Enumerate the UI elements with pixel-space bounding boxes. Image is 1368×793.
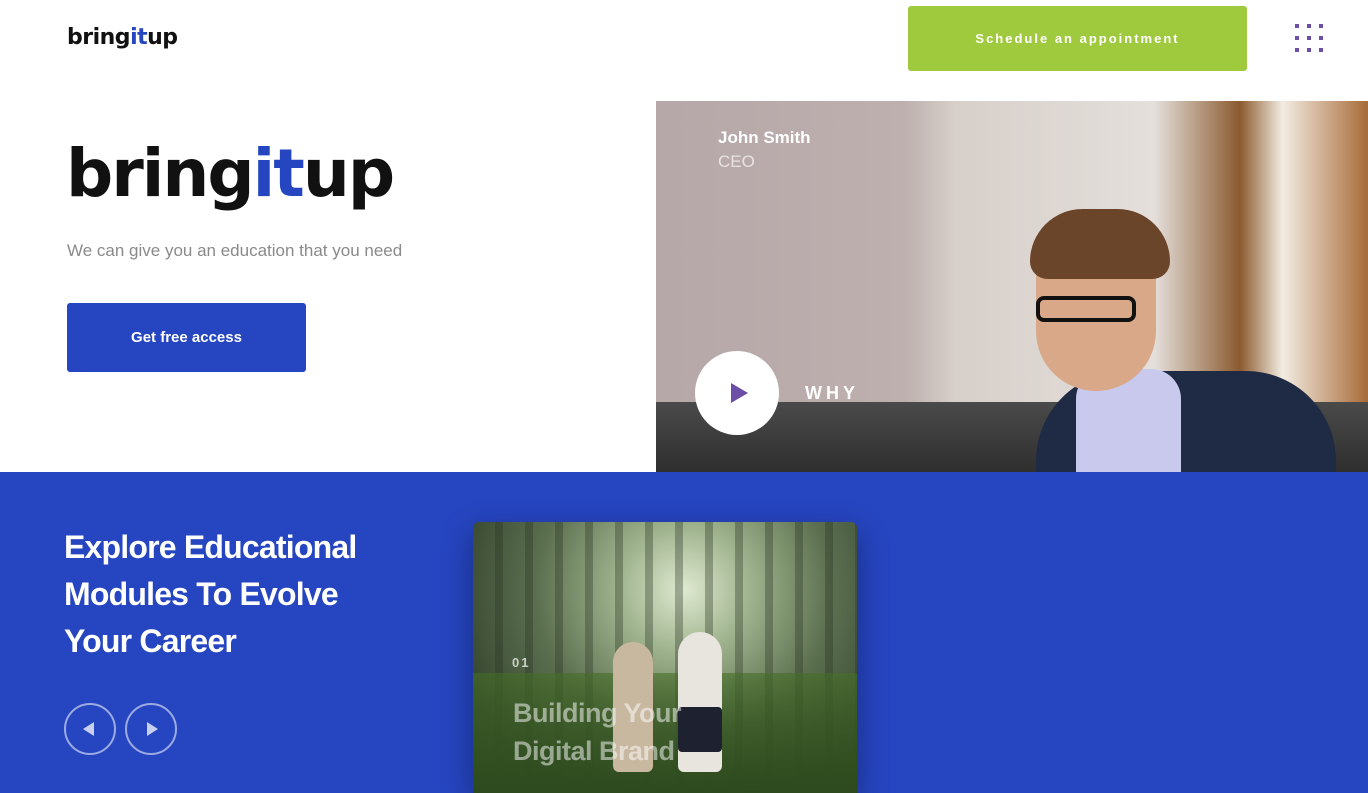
modules-heading-line3: Your Career <box>64 623 237 659</box>
video-label: WHY <box>805 383 859 403</box>
arrow-right-icon <box>147 722 158 736</box>
person-glasses-shape <box>1036 296 1136 322</box>
header-logo[interactable]: bringitup <box>67 25 178 50</box>
module-title-line2: Digital Brand <box>513 736 675 766</box>
module-number: 01 <box>512 655 531 670</box>
hero-logo-accent: it <box>252 135 305 212</box>
hero-logo-part1: bring <box>66 135 255 212</box>
person-hair-shape <box>1030 209 1170 279</box>
get-free-access-button[interactable]: Get free access <box>67 303 306 372</box>
module-title[interactable]: Building Your Digital Brand <box>513 694 753 770</box>
hero-tagline: We can give you an education that you ne… <box>67 241 403 260</box>
hero-logo: bringitup <box>66 135 395 212</box>
grid-menu-icon[interactable] <box>1295 24 1325 54</box>
arrow-left-icon <box>83 722 94 736</box>
slider-next-button[interactable] <box>125 703 177 755</box>
modules-heading-line2: Modules To Evolve <box>64 576 339 612</box>
play-icon <box>731 383 748 403</box>
speaker-role: CEO <box>718 152 755 171</box>
modules-heading: Explore Educational Modules To Evolve Yo… <box>64 524 424 665</box>
logo-text-accent: it <box>130 25 148 50</box>
site-header: bringitup Schedule an appointment <box>0 0 1368 101</box>
module-title-line1: Building Your <box>513 698 682 728</box>
play-video-button[interactable] <box>695 351 779 435</box>
hero-logo-part2: up <box>302 135 395 212</box>
speaker-name: John Smith <box>718 128 811 147</box>
modules-heading-line1: Explore Educational <box>64 529 357 565</box>
schedule-appointment-button[interactable]: Schedule an appointment <box>908 6 1247 71</box>
logo-text-part2: up <box>147 25 178 50</box>
logo-text-part1: bring <box>67 25 131 50</box>
slider-prev-button[interactable] <box>64 703 116 755</box>
